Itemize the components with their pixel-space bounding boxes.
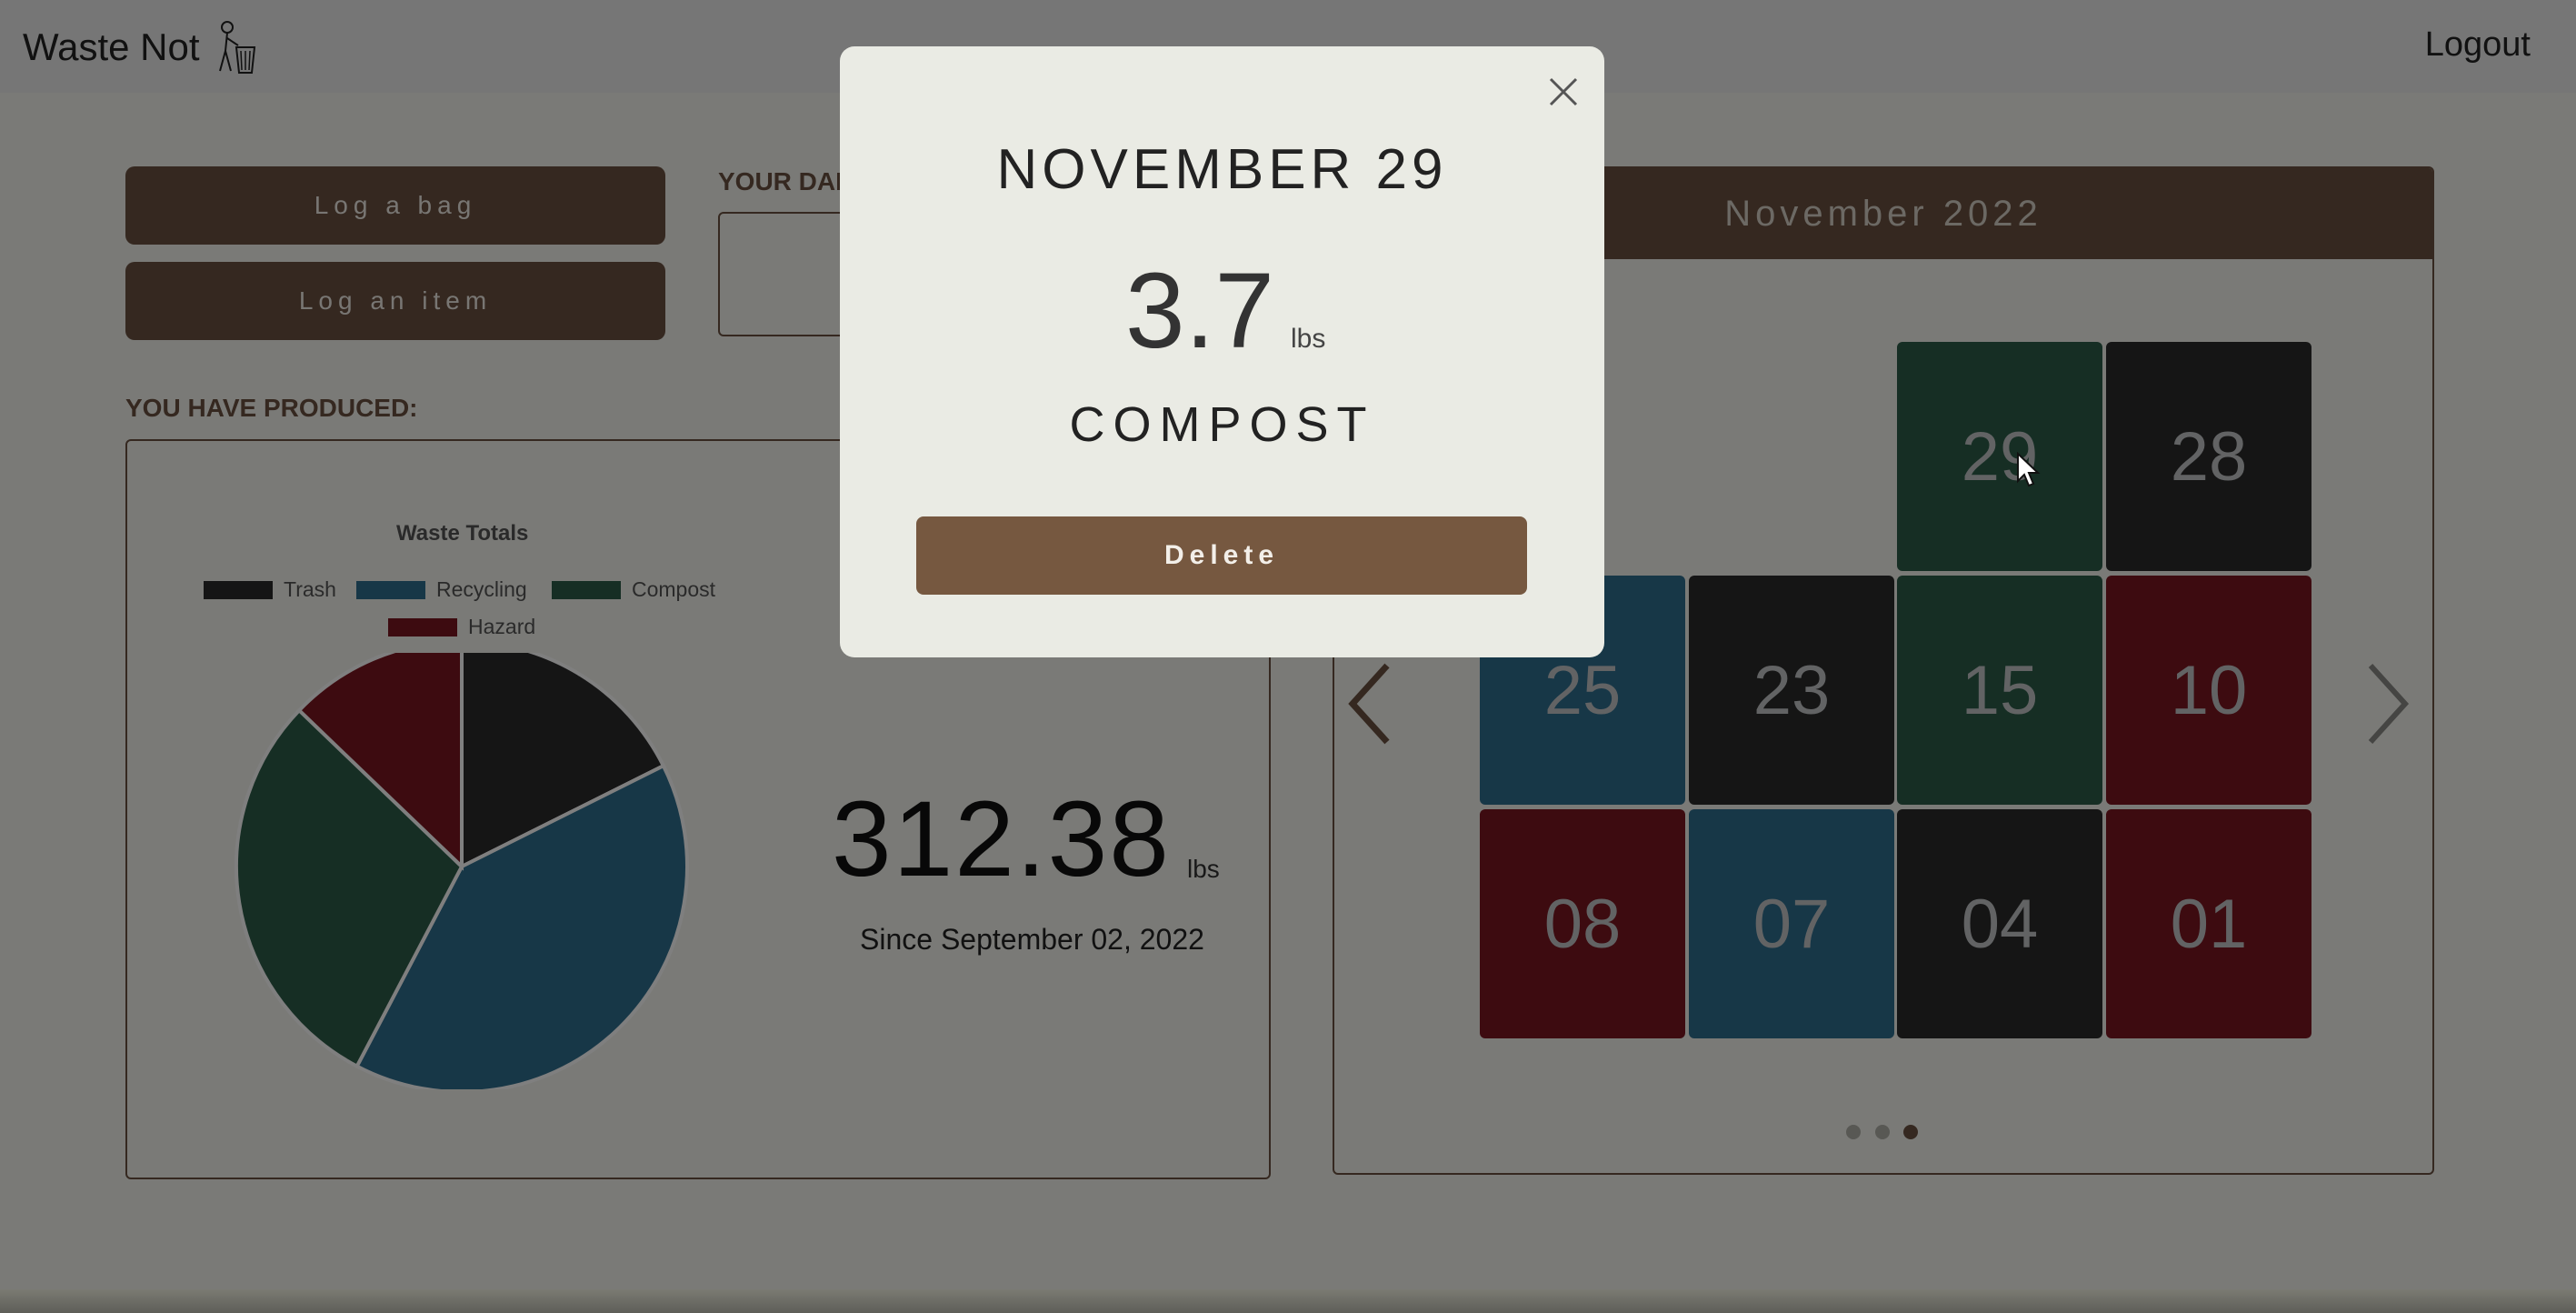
- modal-waste-type: COMPOST: [1069, 397, 1375, 452]
- bottom-bar: [0, 1289, 2576, 1313]
- modal-unit: lbs: [1291, 324, 1326, 354]
- close-icon[interactable]: [1545, 74, 1582, 110]
- page: Waste Not Logout Log a bag Log an item Y…: [0, 0, 2576, 1313]
- modal-date: NOVEMBER 29: [996, 138, 1448, 201]
- modal-weight: 3.7: [1125, 251, 1275, 371]
- delete-button[interactable]: Delete: [916, 516, 1527, 595]
- entry-modal: NOVEMBER 29 3.7 lbs COMPOST Delete: [840, 46, 1604, 657]
- mouse-cursor-icon: [2017, 452, 2041, 487]
